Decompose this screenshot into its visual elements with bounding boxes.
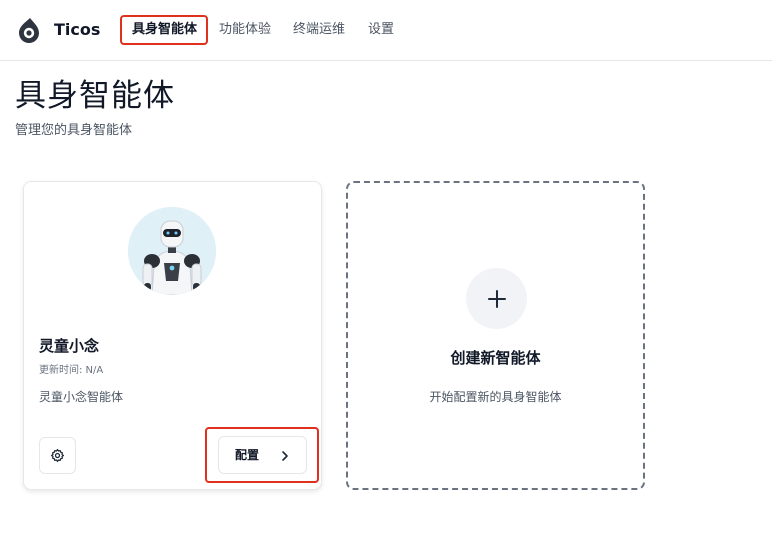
- plus-circle: [466, 268, 527, 329]
- agent-name: 灵童小念: [39, 337, 100, 355]
- gear-icon: [50, 448, 65, 463]
- nav-item-features[interactable]: 功能体验: [219, 22, 271, 38]
- create-agent-title: 创建新智能体: [450, 349, 541, 367]
- robot-avatar: [128, 207, 216, 295]
- agent-settings-button[interactable]: [39, 437, 76, 474]
- robot-icon: [128, 207, 216, 295]
- create-agent-card[interactable]: 创建新智能体 开始配置新的具身智能体: [346, 181, 645, 490]
- nav-item-terminal-ops[interactable]: 终端运维: [293, 22, 345, 38]
- active-nav-highlight: [120, 15, 208, 45]
- page-subtitle: 管理您的具身智能体: [15, 123, 133, 138]
- top-navigation-bar: Ticos 具身智能体 功能体验 终端运维 设置: [0, 0, 772, 61]
- nav-item-settings[interactable]: 设置: [368, 22, 394, 38]
- create-agent-description: 开始配置新的具身智能体: [429, 390, 562, 404]
- flame-drop-icon[interactable]: [15, 16, 43, 44]
- app-name[interactable]: Ticos: [54, 20, 100, 40]
- agent-updated-time: 更新时间: N/A: [39, 365, 104, 376]
- config-button-highlight: [205, 427, 319, 483]
- agent-description: 灵童小念智能体: [39, 390, 124, 404]
- agent-card[interactable]: 灵童小念 更新时间: N/A 灵童小念智能体 配置: [23, 181, 322, 490]
- page-title: 具身智能体: [15, 78, 175, 114]
- plus-icon: [487, 289, 506, 308]
